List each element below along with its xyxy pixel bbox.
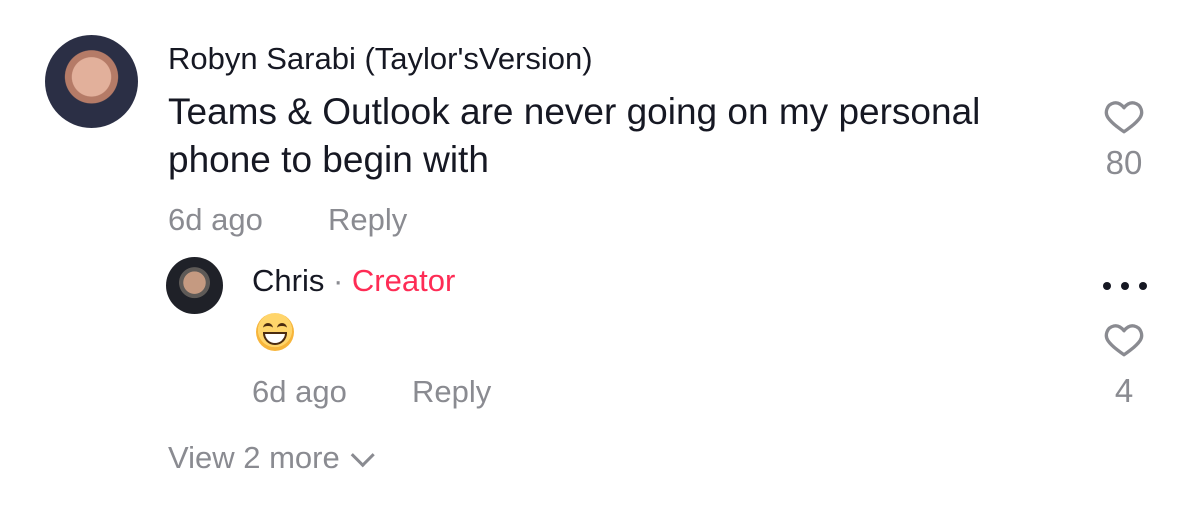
comment-reply-button[interactable]: Reply (328, 201, 407, 239)
emoji-mouth (263, 332, 287, 345)
reply-timestamp: 6d ago (252, 374, 347, 409)
more-options-icon[interactable] (1101, 280, 1149, 292)
view-more-replies-button[interactable]: View 2 more (168, 439, 375, 477)
creator-badge: Creator (351, 263, 456, 298)
chevron-down-icon (350, 443, 375, 468)
emoji-left-eye (263, 323, 273, 332)
view-more-label: View 2 more (168, 440, 340, 475)
comment-timestamp: 6d ago (168, 202, 263, 237)
grinning-face-icon (256, 313, 294, 351)
heart-icon[interactable] (1103, 95, 1145, 137)
comment-thread: Robyn Sarabi (Taylor'sVersion) Teams & O… (0, 0, 1200, 509)
comment-author[interactable]: Robyn Sarabi (Taylor'sVersion) (168, 40, 593, 78)
reply-like-count: 4 (1114, 372, 1134, 409)
reply-author[interactable]: Chris (252, 263, 324, 298)
emoji-right-eye (277, 323, 287, 332)
reply-author-avatar-image (166, 257, 223, 314)
commenter-avatar[interactable] (45, 35, 138, 128)
reply-reply-button[interactable]: Reply (412, 373, 491, 411)
reply-author-separator: · (332, 263, 344, 298)
reply-author-avatar[interactable] (166, 257, 223, 314)
heart-icon[interactable] (1103, 318, 1145, 360)
comment-text: Teams & Outlook are never going on my pe… (168, 91, 981, 180)
reply-author-line: Chris · Creator (252, 262, 455, 300)
commenter-avatar-image (45, 35, 138, 128)
comment-like-count: 80 (1105, 144, 1143, 181)
